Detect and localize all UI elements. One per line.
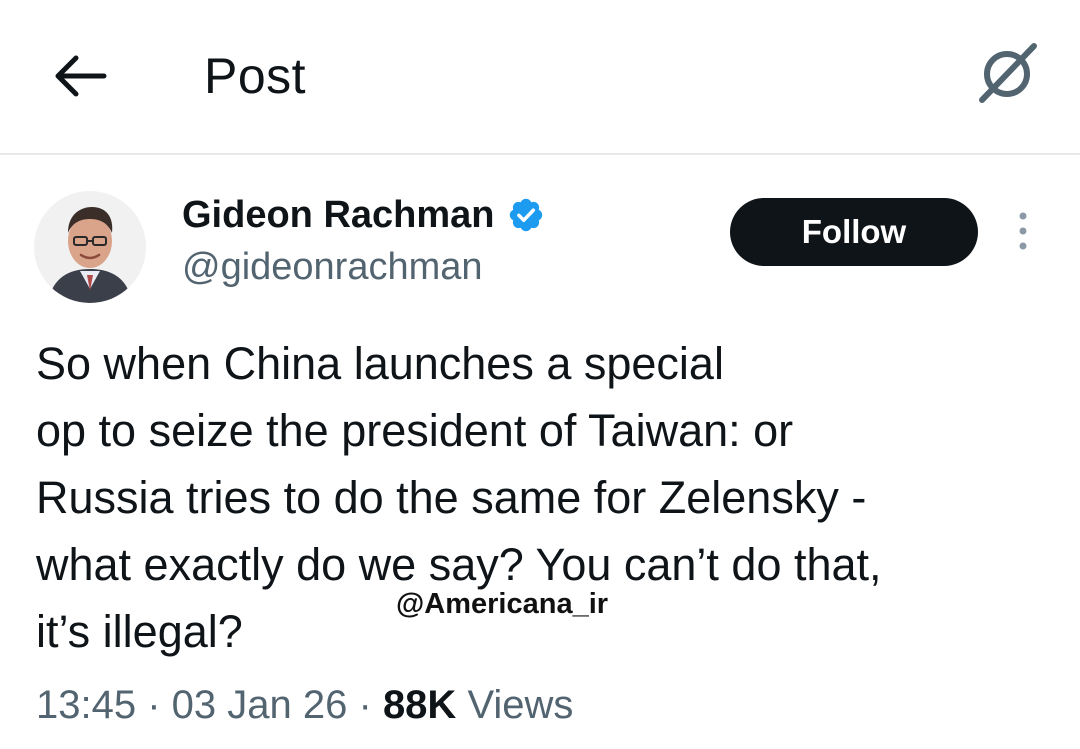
more-options-button[interactable] (1006, 208, 1040, 254)
author-photo (34, 191, 146, 303)
back-button[interactable] (48, 50, 110, 102)
arrow-left-icon (55, 55, 107, 97)
follow-button[interactable]: Follow (730, 198, 978, 266)
post-meta: 13:45 · 03 Jan 26 · 88K Views (36, 680, 573, 730)
post-date[interactable]: 03 Jan 26 (172, 683, 348, 727)
watermark-text: @Americana_ir (396, 588, 609, 620)
author-name-row: Gideon Rachman (182, 190, 545, 240)
views-count: 88K (382, 683, 457, 727)
post-time[interactable]: 13:45 (36, 683, 136, 727)
separator-dot: · (358, 683, 383, 727)
views-label: Views (467, 683, 574, 727)
author-display-name[interactable]: Gideon Rachman (182, 190, 495, 240)
author-handle[interactable]: @gideonrachman (182, 244, 483, 290)
avatar[interactable] (34, 191, 146, 303)
verified-badge-icon (509, 198, 542, 232)
separator-dot: · (147, 683, 172, 727)
grok-icon (979, 43, 1037, 103)
more-vertical-icon (1019, 212, 1027, 250)
page-title: Post (204, 48, 307, 104)
top-bar: Post (0, 0, 1080, 155)
grok-button[interactable] (976, 40, 1040, 106)
